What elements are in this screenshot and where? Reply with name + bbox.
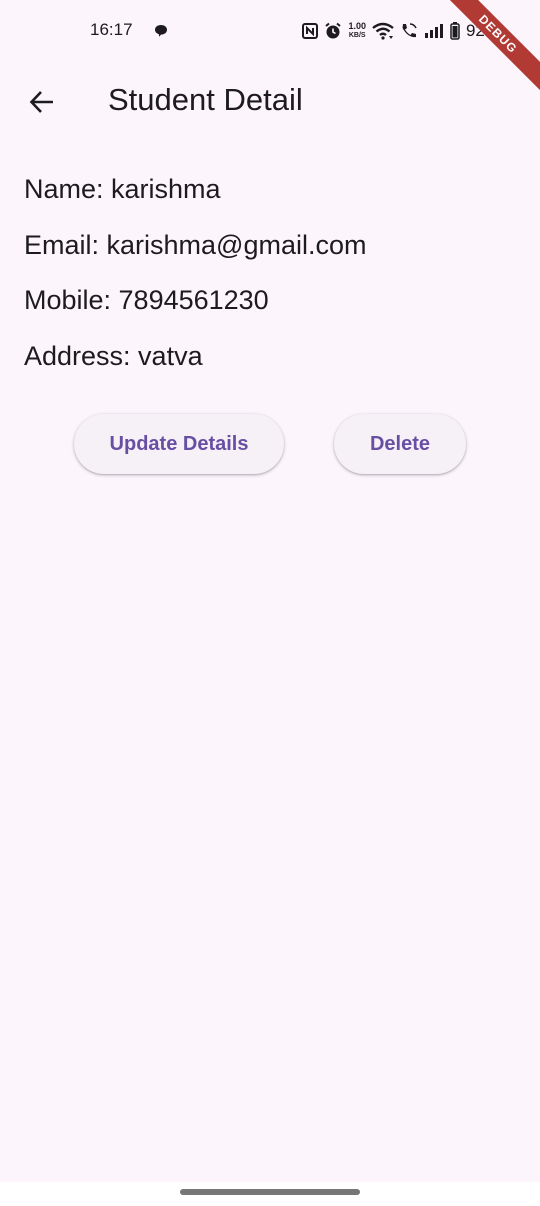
wifi-icon bbox=[372, 22, 394, 40]
signal-icon bbox=[424, 23, 444, 39]
net-speed-unit: KB/S bbox=[348, 32, 366, 39]
student-mobile: Mobile: 7894561230 bbox=[24, 285, 269, 315]
delete-button[interactable]: Delete bbox=[334, 414, 466, 474]
update-details-button[interactable]: Update Details bbox=[74, 414, 284, 474]
chat-bubble-icon bbox=[154, 24, 168, 38]
battery-percent: 92% bbox=[465, 21, 500, 40]
student-address: Address: vatva bbox=[24, 340, 203, 371]
student-details: Name: karishma Email: karishma@gmail.com… bbox=[24, 168, 524, 390]
student-email: Email: karishma@gmail.com bbox=[24, 229, 367, 260]
app-bar: Student Detail bbox=[0, 62, 540, 142]
battery-icon bbox=[450, 22, 460, 40]
arrow-back-icon bbox=[29, 91, 53, 113]
navigation-bar bbox=[0, 1182, 540, 1206]
status-bar: 16:17 1.00 KB/S 92% bbox=[0, 0, 540, 62]
back-button[interactable] bbox=[18, 78, 66, 126]
page-title: Student Detail bbox=[108, 82, 303, 117]
status-icons: 1.00 KB/S 92% bbox=[302, 18, 500, 44]
net-speed-value: 1.00 bbox=[348, 21, 366, 31]
net-speed-indicator: 1.00 KB/S bbox=[348, 22, 366, 40]
status-time: 16:17 bbox=[90, 20, 133, 39]
student-name: Name: karishma bbox=[24, 174, 221, 204]
alarm-icon bbox=[324, 22, 342, 40]
nfc-icon bbox=[302, 23, 319, 39]
wifi-call-icon bbox=[400, 22, 418, 40]
home-indicator[interactable] bbox=[180, 1189, 360, 1195]
